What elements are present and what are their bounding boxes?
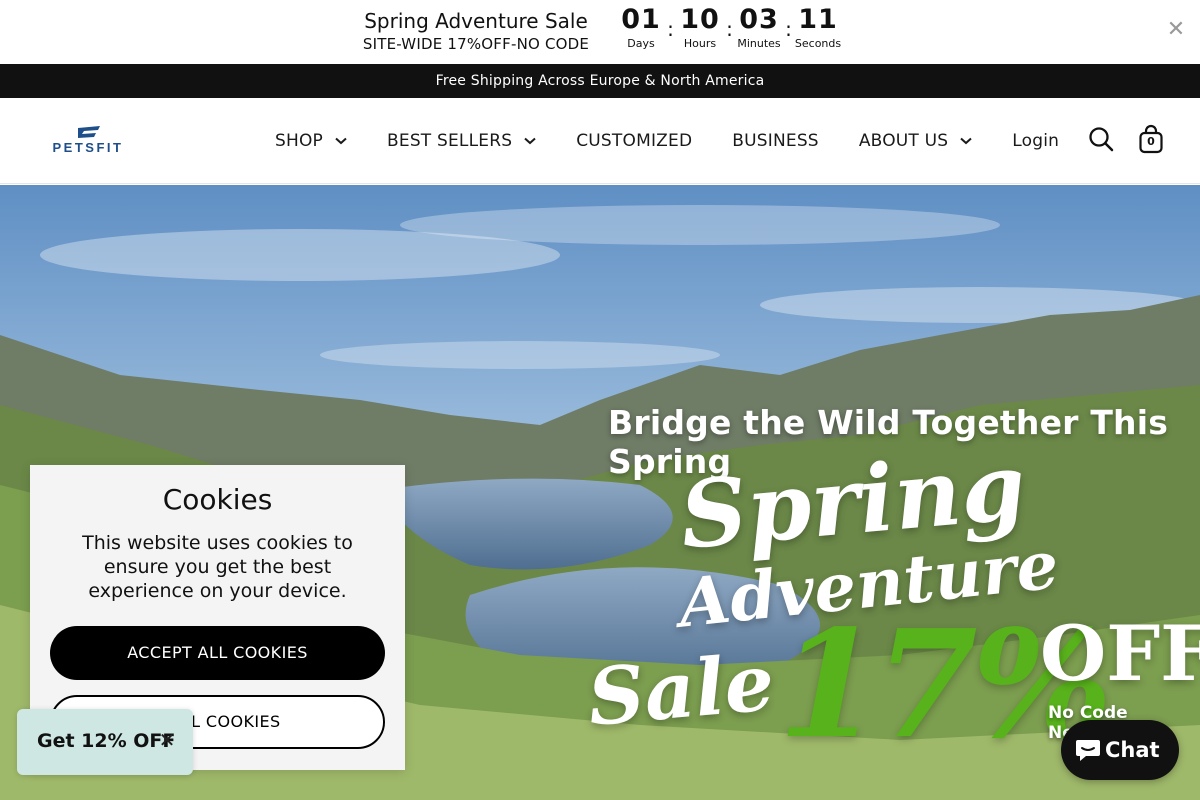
- nav-item-best-sellers[interactable]: BEST SELLERS: [387, 131, 536, 151]
- nav-label: Login: [1012, 131, 1060, 151]
- promo-subtitle: SITE-WIDE 17%OFF-NO CODE: [362, 35, 590, 53]
- nav-item-business[interactable]: BUSINESS: [732, 131, 819, 151]
- chat-label: Chat: [1105, 738, 1160, 762]
- nav-item-about-us[interactable]: ABOUT US: [859, 131, 972, 151]
- countdown-minutes: 03 Minutes: [734, 4, 784, 52]
- shipping-banner: Free Shipping Across Europe & North Amer…: [0, 64, 1200, 98]
- nav-item-customized[interactable]: CUSTOMIZED: [576, 131, 692, 151]
- hero-title-line3: Sale: [584, 637, 778, 744]
- search-icon[interactable]: [1088, 126, 1114, 152]
- header-actions: 0: [1088, 124, 1164, 154]
- countdown-separator: :: [667, 17, 674, 41]
- discount-label: Get 12% OFF: [37, 730, 176, 752]
- close-icon[interactable]: ✕: [1164, 18, 1188, 42]
- countdown-separator: :: [785, 17, 792, 41]
- countdown-label: Days: [627, 37, 655, 50]
- logo[interactable]: PETSFIT: [40, 124, 136, 158]
- countdown-seconds: 11 Seconds: [793, 4, 843, 52]
- nav-item-login[interactable]: Login: [1012, 131, 1059, 151]
- countdown-label: Minutes: [737, 37, 781, 50]
- chevron-down-icon: [524, 137, 536, 145]
- site-header: PETSFIT SHOP BEST SELLERS CUSTOMIZED BUS…: [0, 98, 1200, 184]
- countdown-separator: :: [726, 17, 733, 41]
- chat-bubble-icon: [1076, 740, 1100, 761]
- countdown-label: Hours: [683, 37, 717, 50]
- promo-bar: Spring Adventure Sale SITE-WIDE 17%OFF-N…: [0, 0, 1200, 64]
- accept-all-cookies-button[interactable]: ACCEPT ALL COOKIES: [50, 626, 385, 680]
- chat-button[interactable]: Chat: [1061, 720, 1179, 780]
- countdown-value: 10: [680, 4, 720, 35]
- countdown-hours: 10 Hours: [675, 4, 725, 52]
- cart-button[interactable]: 0: [1138, 124, 1164, 154]
- hero-off-label: OFF: [1040, 609, 1200, 698]
- countdown-value: 01: [621, 4, 661, 35]
- chevron-down-icon: [960, 137, 972, 145]
- cookie-message: This website uses cookies to ensure you …: [82, 532, 353, 602]
- promo-title: Spring Adventure Sale: [364, 9, 588, 33]
- nav-label: BUSINESS: [732, 131, 819, 151]
- close-icon[interactable]: ✕: [157, 729, 177, 751]
- cookie-title: Cookies: [162, 483, 273, 516]
- countdown-days: 01 Days: [616, 4, 666, 52]
- nav-label: ABOUT US: [858, 131, 949, 151]
- countdown-value: 11: [798, 4, 838, 35]
- nav-label: BEST SELLERS: [387, 131, 513, 151]
- nav-item-shop[interactable]: SHOP: [275, 131, 347, 151]
- countdown-label: Seconds: [794, 37, 842, 50]
- discount-popup[interactable]: Get 12% OFF ✕: [17, 709, 193, 775]
- logo-text: PETSFIT: [53, 140, 124, 155]
- nav-label: CUSTOMIZED: [576, 131, 693, 151]
- countdown-value: 03: [739, 4, 779, 35]
- countdown-timer: 01 Days : 10 Hours : 03 Minutes : 11 Sec…: [616, 4, 843, 54]
- main-nav: SHOP BEST SELLERS CUSTOMIZED BUSINESS AB…: [275, 98, 1099, 184]
- nav-label: SHOP: [275, 131, 324, 151]
- promo-text: Spring Adventure Sale SITE-WIDE 17%OFF-N…: [340, 8, 612, 54]
- chevron-down-icon: [335, 137, 347, 145]
- cart-count: 0: [1147, 135, 1155, 148]
